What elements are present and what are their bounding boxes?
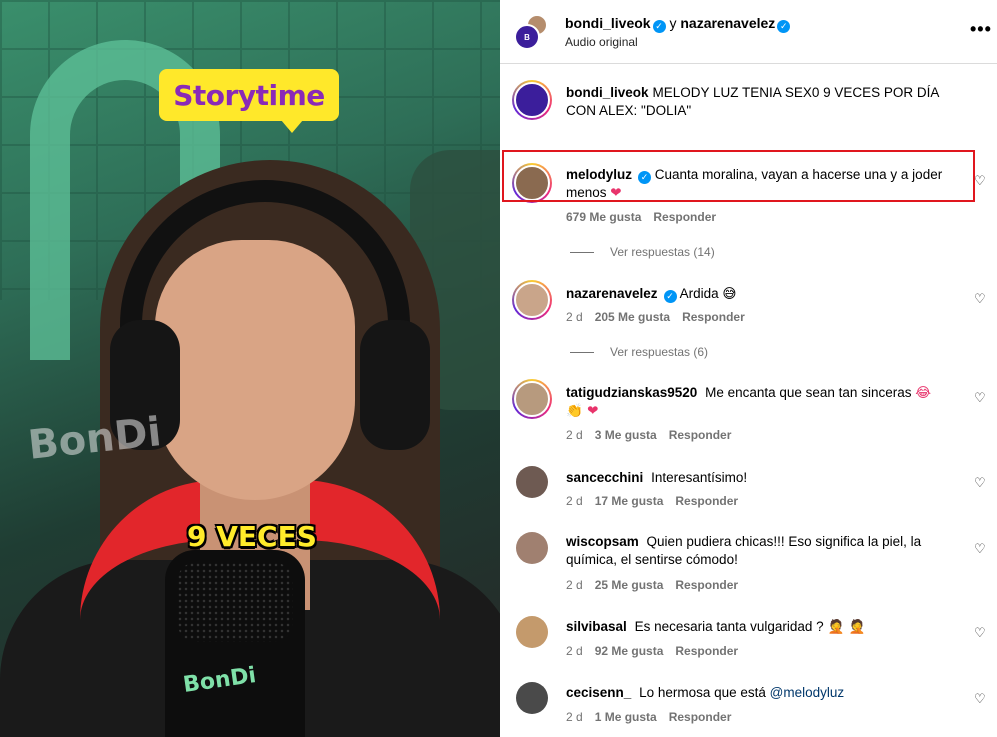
comment-body: Lo hermosa que está bbox=[639, 685, 766, 700]
highlight-box bbox=[502, 150, 975, 202]
comment-body: Ardida bbox=[679, 286, 719, 301]
video-caption: 9 VECES bbox=[187, 520, 317, 553]
emoji: 😅 bbox=[722, 286, 737, 302]
story-ring[interactable] bbox=[512, 280, 552, 320]
avatar[interactable] bbox=[516, 682, 548, 714]
likes-count[interactable]: 679 Me gusta bbox=[566, 210, 641, 224]
reply-button[interactable]: Responder bbox=[682, 310, 745, 324]
comment-username[interactable]: sancecchini bbox=[566, 470, 643, 485]
likes-count[interactable]: 1 Me gusta bbox=[595, 710, 657, 724]
heart-icon[interactable]: ♡ bbox=[974, 475, 986, 491]
replies-line bbox=[570, 252, 594, 254]
comment-meta: 2 d 1 Me gusta Responder bbox=[566, 710, 743, 724]
video-frame[interactable]: BonDi BonDi Storytime 9 VECES bbox=[0, 0, 500, 737]
verified-badge-icon: ✓ bbox=[777, 20, 791, 33]
comment-text: cecisenn_ Lo hermosa que está @melodyluz bbox=[566, 684, 946, 702]
comment-time[interactable]: 2 d bbox=[566, 494, 583, 508]
comment-meta: 2 d 17 Me gusta Responder bbox=[566, 494, 750, 508]
header-avatars[interactable]: B bbox=[514, 14, 552, 52]
view-replies[interactable]: Ver respuestas (6) bbox=[570, 345, 708, 359]
header-usernames: bondi_liveok ✓ y nazarenavelez ✓ bbox=[565, 15, 791, 33]
view-replies-label[interactable]: Ver respuestas (14) bbox=[610, 245, 715, 259]
comment-meta: 2 d 205 Me gusta Responder bbox=[566, 310, 757, 324]
heart-icon[interactable]: ♡ bbox=[974, 691, 986, 707]
comment-meta: 2 d 92 Me gusta Responder bbox=[566, 644, 750, 658]
microphone-logo: BonDi bbox=[181, 663, 258, 698]
likes-count[interactable]: 17 Me gusta bbox=[595, 494, 664, 508]
comment-username[interactable]: silvibasal bbox=[566, 619, 627, 634]
comment-time[interactable]: 2 d bbox=[566, 428, 583, 442]
heart-icon[interactable]: ♡ bbox=[974, 541, 986, 557]
comment-time[interactable]: 2 d bbox=[566, 310, 583, 324]
verified-badge-icon: ✓ bbox=[652, 20, 666, 33]
comment-meta: 2 d 25 Me gusta Responder bbox=[566, 578, 750, 592]
header-user2[interactable]: nazarenavelez bbox=[680, 15, 775, 31]
likes-count[interactable]: 92 Me gusta bbox=[595, 644, 664, 658]
comment-username[interactable]: nazarenavelez bbox=[566, 286, 658, 301]
comment-time[interactable]: 2 d bbox=[566, 578, 583, 592]
audio-link[interactable]: Audio original bbox=[565, 35, 638, 49]
mention-link[interactable]: @melodyluz bbox=[770, 685, 844, 700]
more-options-icon[interactable]: ••• bbox=[970, 19, 992, 40]
view-replies[interactable]: Ver respuestas (14) bbox=[570, 245, 715, 259]
post-header: B bondi_liveok ✓ y nazarenavelez ✓ Audio o… bbox=[500, 0, 997, 64]
comments-panel: B bondi_liveok ✓ y nazarenavelez ✓ Audio o… bbox=[500, 0, 997, 737]
comment-body: Interesantísimo! bbox=[651, 470, 748, 485]
reply-button[interactable]: Responder bbox=[669, 428, 732, 442]
comment-meta: 679 Me gusta Responder bbox=[566, 210, 728, 224]
comment-username[interactable]: wiscopsam bbox=[566, 534, 639, 549]
microphone: BonDi bbox=[165, 550, 305, 737]
reply-button[interactable]: Responder bbox=[653, 210, 716, 224]
avatar[interactable] bbox=[516, 532, 548, 564]
story-ring[interactable] bbox=[512, 379, 552, 419]
heart-icon[interactable]: ♡ bbox=[974, 390, 986, 406]
header-user1[interactable]: bondi_liveok bbox=[565, 15, 651, 31]
comment-text: wiscopsam Quien pudiera chicas!!! Eso si… bbox=[566, 533, 946, 569]
view-replies-label[interactable]: Ver respuestas (6) bbox=[610, 345, 708, 359]
storytime-label: Storytime bbox=[173, 78, 325, 112]
storytime-sticker: Storytime bbox=[159, 69, 339, 133]
avatar[interactable] bbox=[514, 282, 550, 318]
comment-username[interactable]: tatigudzianskas9520 bbox=[566, 385, 697, 400]
verified-badge-icon: ✓ bbox=[663, 290, 677, 303]
comment-text: tatigudzianskas9520 Me encanta que sean … bbox=[566, 384, 946, 420]
emoji: 🤦 🤦 bbox=[827, 619, 866, 635]
comment-time[interactable]: 2 d bbox=[566, 710, 583, 724]
likes-count[interactable]: 205 Me gusta bbox=[595, 310, 670, 324]
heart-icon[interactable]: ♡ bbox=[974, 173, 986, 189]
comment-body: Me encanta que sean tan sinceras bbox=[705, 385, 912, 400]
comment-text: nazarenavelez ✓ Ardida 😅 bbox=[566, 285, 946, 303]
avatar[interactable] bbox=[514, 381, 550, 417]
replies-line bbox=[570, 352, 594, 354]
comment-body: Es necesaria tanta vulgaridad ? bbox=[634, 619, 824, 634]
comment-meta: 2 d 3 Me gusta Responder bbox=[566, 428, 743, 442]
story-ring[interactable] bbox=[512, 80, 552, 120]
header-connector: y bbox=[669, 15, 677, 31]
likes-count[interactable]: 3 Me gusta bbox=[595, 428, 657, 442]
avatar-bondi[interactable]: B bbox=[514, 24, 540, 50]
post-username[interactable]: bondi_liveok bbox=[566, 85, 649, 100]
post-caption: bondi_liveok MELODY LUZ TENIA SEX0 9 VECE… bbox=[566, 84, 946, 120]
reply-button[interactable]: Responder bbox=[675, 494, 738, 508]
likes-count[interactable]: 25 Me gusta bbox=[595, 578, 664, 592]
comment-text: silvibasal Es necesaria tanta vulgaridad… bbox=[566, 618, 946, 636]
avatar[interactable] bbox=[516, 466, 548, 498]
reply-button[interactable]: Responder bbox=[675, 578, 738, 592]
avatar-bondi-post[interactable] bbox=[514, 82, 550, 118]
avatar[interactable] bbox=[516, 616, 548, 648]
comment-text: sancecchini Interesantísimo! bbox=[566, 469, 946, 487]
reply-button[interactable]: Responder bbox=[669, 710, 732, 724]
headphone-cup-right bbox=[360, 320, 430, 450]
comment-time[interactable]: 2 d bbox=[566, 644, 583, 658]
reply-button[interactable]: Responder bbox=[675, 644, 738, 658]
comment-username[interactable]: cecisenn_ bbox=[566, 685, 631, 700]
heart-icon[interactable]: ♡ bbox=[974, 291, 986, 307]
heart-icon[interactable]: ♡ bbox=[974, 625, 986, 641]
microphone-grille bbox=[177, 562, 293, 642]
